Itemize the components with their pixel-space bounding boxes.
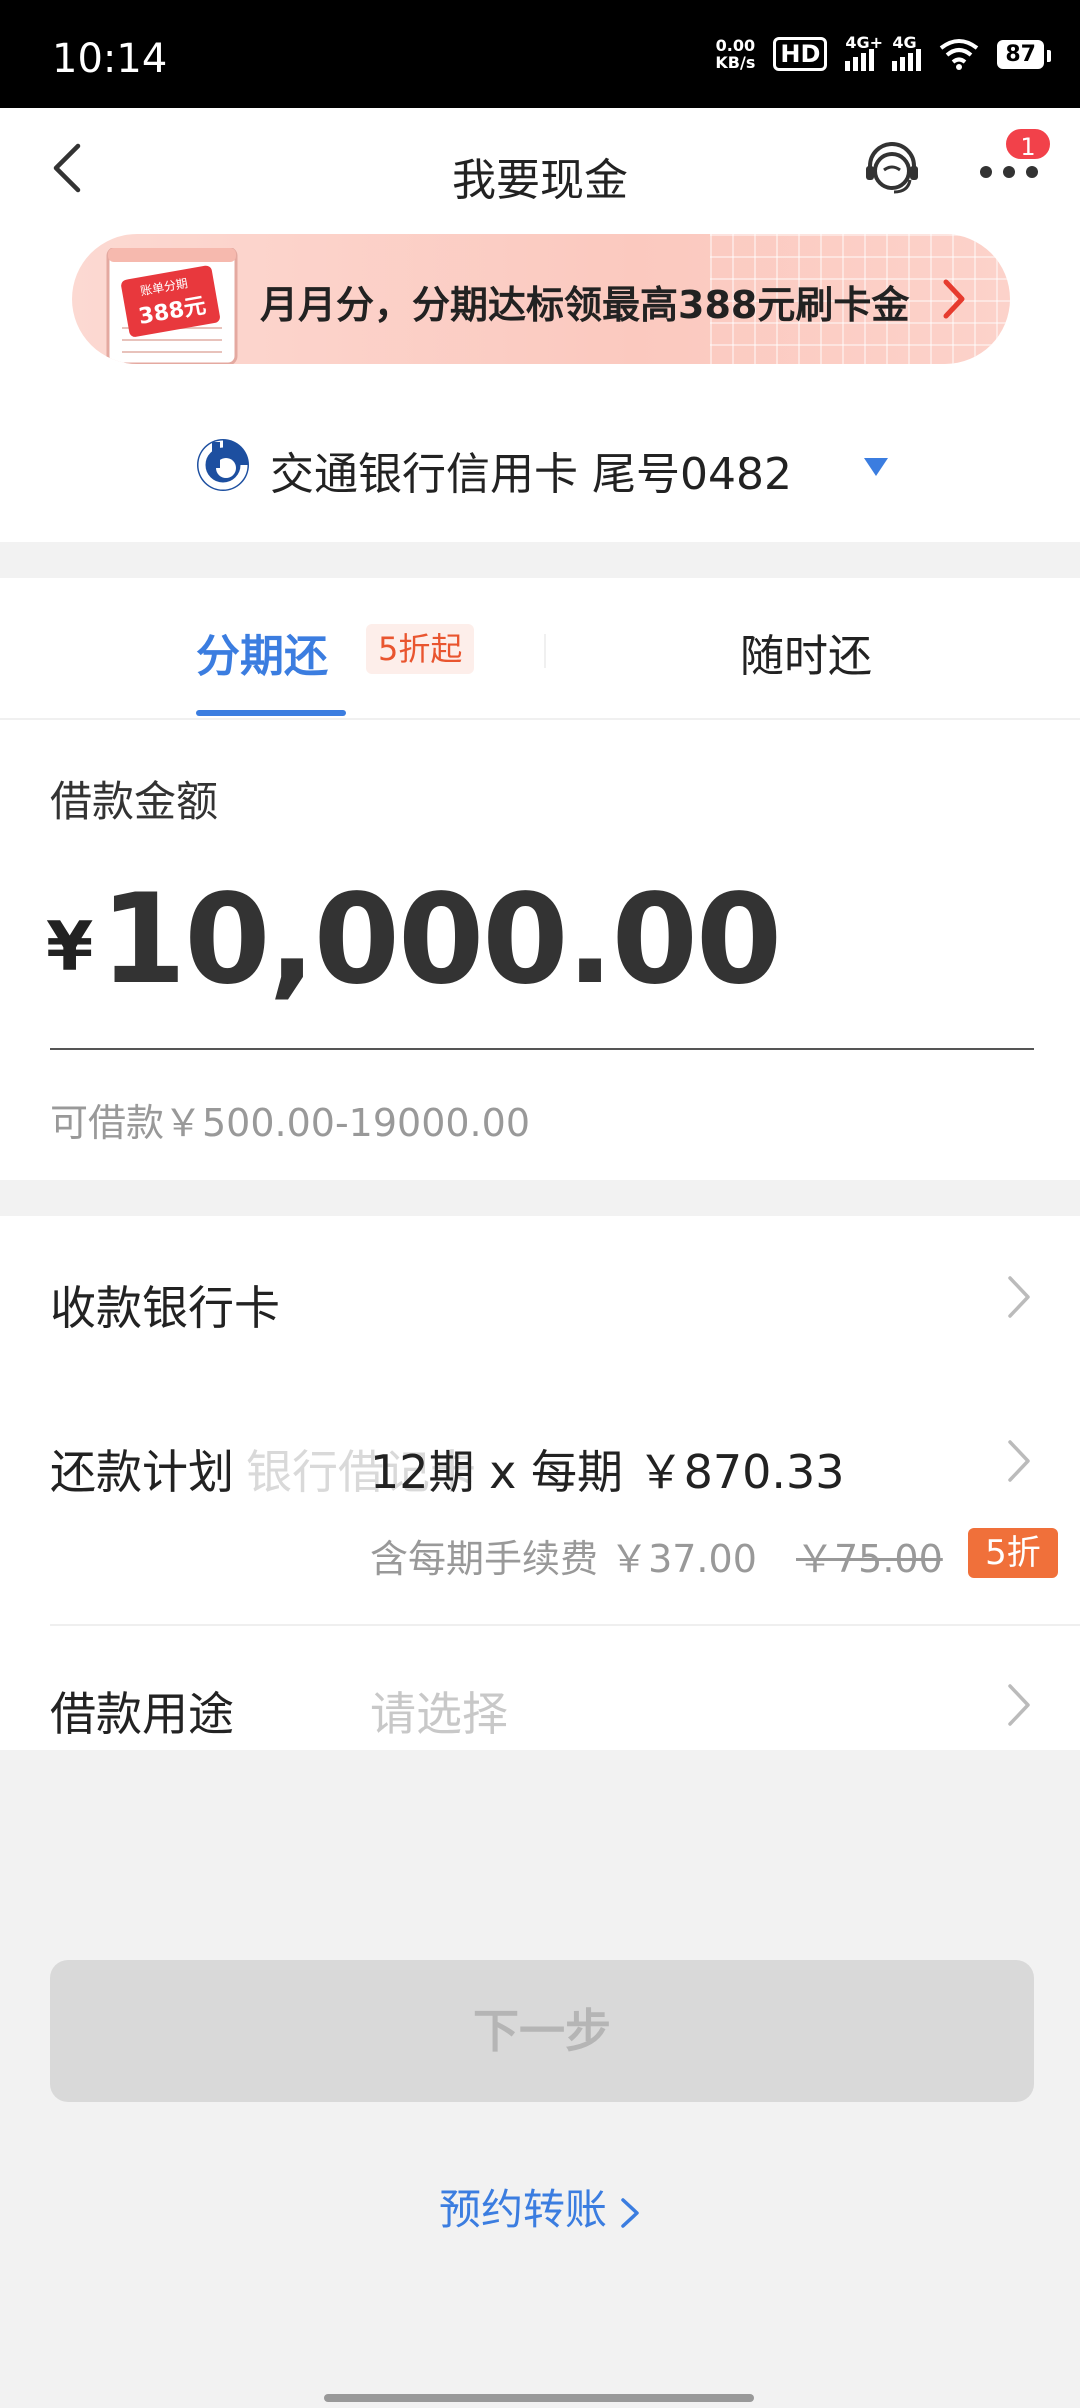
signal-sim1-icon: 4G+ [845, 33, 883, 71]
home-indicator[interactable] [324, 2394, 754, 2402]
tab-divider [544, 634, 546, 668]
fee-text: 含每期手续费 ￥37.00 [370, 1537, 757, 1581]
nav-header: 我要现金 1 [0, 108, 1080, 228]
hd-voice-icon: HD [773, 37, 828, 71]
discount-badge: 5折起 [366, 624, 475, 674]
reserve-transfer-label: 预约转账 [438, 2185, 607, 2234]
network-speed: 0.00 KB/s [715, 36, 756, 72]
chevron-right-icon [1008, 1276, 1030, 1318]
status-icons: 0.00 KB/s HD 4G+ 4G 87 [715, 30, 1051, 78]
loan-purpose-row[interactable]: 借款用途 [50, 1678, 234, 1744]
bill-card-illustration: 账单分期 388元 [106, 248, 238, 364]
tab-anytime[interactable]: 随时还 [740, 620, 872, 684]
tab-installment[interactable]: 分期还 [196, 620, 328, 684]
signal-sim2-icon: 4G [892, 33, 922, 71]
promo-banner-section: 账单分期 388元 月月分，分期达标领最高388元刷卡金 [0, 228, 1080, 376]
amount-input[interactable]: 10,000.00 [100, 868, 782, 1012]
customer-service-icon[interactable] [860, 138, 924, 202]
reserve-transfer-link[interactable]: 预约转账 [0, 2176, 1080, 2237]
amount-underline [50, 1048, 1034, 1050]
tabs-divider [0, 718, 1080, 720]
loan-amount-section: 分期还 5折起 随时还 借款金额 ¥ 10,000.00 可借款￥500.00-… [0, 578, 1080, 1180]
promo-banner[interactable]: 账单分期 388元 月月分，分期达标领最高388元刷卡金 [72, 234, 1010, 364]
chevron-right-icon [621, 2197, 639, 2228]
banner-text: 月月分，分期达标领最高388元刷卡金 [260, 283, 910, 327]
chevron-right-icon [1008, 1684, 1030, 1726]
battery-icon: 87 [997, 39, 1051, 69]
active-tab-indicator [196, 710, 346, 716]
notification-badge: 1 [1003, 126, 1053, 162]
fee-discount-badge: 5折 [968, 1528, 1058, 1578]
card-label: 交通银行信用卡 尾号0482 [270, 449, 792, 500]
row-divider [50, 1624, 1080, 1626]
bank-logo-icon [197, 439, 249, 491]
card-selector[interactable]: 交通银行信用卡 尾号0482 [0, 376, 1080, 542]
fee-original-price: ￥75.00 [796, 1537, 943, 1581]
amount-label: 借款金额 [50, 777, 219, 826]
status-bar: 10:14 0.00 KB/s HD 4G+ 4G 87 [0, 0, 1080, 108]
chevron-right-icon [943, 279, 965, 319]
status-time: 10:14 [52, 36, 168, 82]
repayment-plan-row[interactable]: 还款计划 [50, 1436, 234, 1502]
wifi-icon [940, 39, 979, 70]
receive-card-row[interactable]: 收款银行卡 [50, 1272, 280, 1338]
loan-details: 收款银行卡 银行借记卡 还款计划 12期 x 每期 ￥870.33 含每期手续费… [0, 1216, 1080, 1750]
caret-down-icon [864, 458, 888, 476]
currency-symbol: ¥ [46, 908, 94, 987]
chevron-right-icon [1008, 1440, 1030, 1482]
repayment-plan-value: 12期 x 每期 ￥870.33 [370, 1445, 845, 1499]
amount-range-hint: 可借款￥500.00-19000.00 [50, 1101, 530, 1145]
loan-purpose-placeholder[interactable]: 请选择 [370, 1678, 508, 1744]
next-step-button[interactable]: 下一步 [50, 1960, 1034, 2102]
